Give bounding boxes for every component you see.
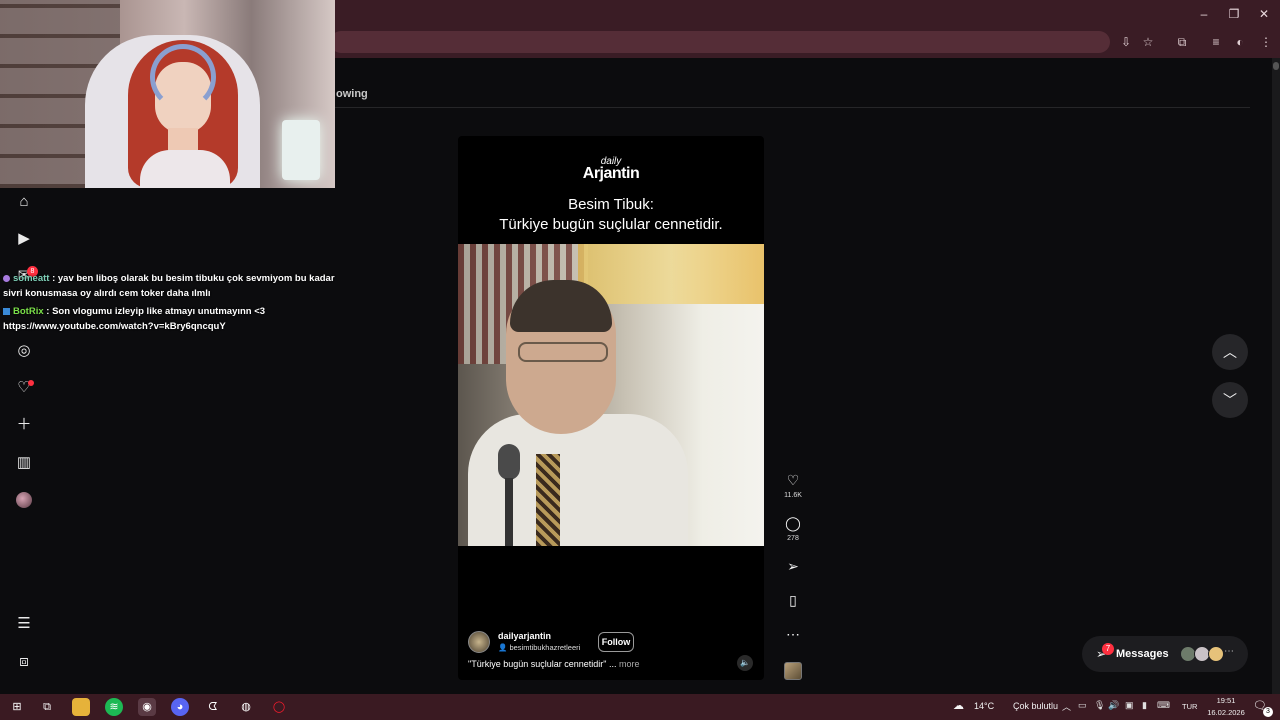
also-from-meta-icon[interactable]: ⧈ — [14, 652, 34, 672]
restore-button[interactable]: ❐ — [1226, 6, 1242, 22]
chrome-icon[interactable]: ◉ — [138, 698, 156, 716]
reel-caption-text: "Türkiye bugün suçlular cennetidir" ... — [468, 659, 617, 669]
chat-message: BotRix : Son vlogumu izleyip like atmayı… — [3, 304, 353, 334]
star-icon[interactable]: ☆ — [1140, 34, 1156, 50]
video-frame[interactable] — [458, 244, 764, 546]
profile-icon[interactable]: ◐ — [1232, 34, 1248, 50]
video-speaker-body — [468, 414, 688, 546]
video-speaker-glasses — [518, 342, 608, 362]
tray-overflow-icon[interactable]: ︿ — [1062, 700, 1071, 713]
more-options-icon[interactable]: ⋯ — [783, 624, 803, 644]
comment-icon[interactable]: ◯ — [783, 513, 803, 533]
taskbar — [0, 694, 1280, 720]
reel-author-avatar[interactable] — [468, 631, 490, 653]
chat-username: BotRix — [13, 306, 44, 317]
spotify-icon[interactable]: ≋ — [105, 698, 123, 716]
clock-date[interactable]: 16.02.2026 — [1205, 708, 1247, 717]
follow-button[interactable]: Follow — [598, 632, 634, 652]
video-flags — [578, 244, 764, 304]
more-link[interactable]: more — [619, 659, 640, 669]
mute-button[interactable]: 🔈 — [737, 655, 753, 671]
reel-collaborator[interactable]: 👤 besimtibukhazretleeri — [498, 643, 580, 652]
address-bar[interactable] — [330, 31, 1110, 53]
extensions-icon[interactable]: ⧉ — [1174, 34, 1190, 50]
video-speaker-tie — [536, 454, 560, 546]
kebab-menu-icon[interactable]: ⋮ — [1258, 34, 1274, 50]
notification-dot — [28, 380, 34, 386]
menu-icon[interactable]: ☰ — [14, 614, 34, 634]
notification-count: 3 — [1263, 707, 1273, 717]
opera-icon[interactable]: ◯ — [270, 698, 288, 716]
network-icon[interactable]: ▣ — [1125, 700, 1134, 711]
reel-caption: "Türkiye bugün suçlular cennetidir" ... … — [468, 659, 640, 669]
dashboard-icon[interactable]: ▥ — [14, 453, 34, 473]
discord-icon[interactable]: ◕ — [171, 698, 189, 716]
comment-count: 278 — [787, 535, 799, 542]
next-reel-button[interactable]: ﹀ — [1212, 382, 1248, 418]
input-language[interactable]: TUR — [1182, 702, 1197, 711]
reel-headline-line1: Besim Tibuk: — [568, 196, 654, 213]
clock-time[interactable]: 19:51 — [1205, 696, 1247, 705]
reel-collaborator-name: besimtibukhazretleeri — [509, 643, 581, 652]
close-button[interactable]: ✕ — [1256, 6, 1272, 22]
create-icon[interactable]: ＋ — [14, 415, 34, 435]
tray-app-icon[interactable]: ▭ — [1078, 700, 1087, 711]
audio-thumbnail[interactable] — [784, 662, 802, 680]
scrollbar-thumb[interactable] — [1273, 62, 1279, 70]
headset — [150, 44, 216, 110]
bot-badge-icon — [3, 307, 10, 315]
scrollbar[interactable] — [1272, 58, 1280, 694]
obs-icon[interactable]: ◍ — [237, 698, 255, 716]
explore-icon[interactable]: ◎ — [14, 341, 34, 361]
reel-logo: Arjantin — [582, 165, 640, 182]
minimize-button[interactable]: – — [1196, 6, 1212, 22]
windows-start-icon[interactable]: ⊞ — [8, 698, 26, 716]
messages-count-badge: 7 — [1102, 643, 1114, 655]
reel-headline-line2: Türkiye bugün suçlular cennetidir. — [499, 216, 723, 233]
share-icon[interactable]: ➢ — [783, 556, 803, 576]
install-app-icon[interactable]: ⇩ — [1118, 34, 1134, 50]
volume-icon[interactable]: 🔊 — [1108, 700, 1119, 711]
chat-username: someatt — [13, 273, 50, 284]
task-view-icon[interactable]: ⧉ — [38, 698, 56, 716]
streamer-shirt — [140, 150, 230, 188]
weather-description[interactable]: Çok bulutlu — [1013, 701, 1058, 711]
webcam-overlay — [0, 0, 335, 188]
media-control-icon[interactable]: ≡ — [1208, 34, 1224, 50]
app-icon[interactable]: ᗧ — [204, 698, 222, 716]
video-microphone — [498, 444, 520, 480]
profile-avatar[interactable] — [16, 492, 32, 508]
file-explorer-icon[interactable] — [72, 698, 90, 716]
video-mic-stand — [505, 478, 513, 546]
like-count: 11.6K — [784, 492, 802, 499]
save-icon[interactable]: ▯ — [783, 590, 803, 610]
home-icon[interactable]: ⌂ — [14, 192, 34, 212]
battery-icon[interactable]: ▮ — [1142, 700, 1147, 711]
reel-author-username[interactable]: dailyarjantin — [498, 631, 551, 641]
message-avatar — [1208, 646, 1224, 662]
microphone-icon[interactable]: 🎙 — [1094, 700, 1105, 711]
messages-label[interactable]: Messages — [1116, 648, 1169, 660]
lamp — [282, 120, 320, 180]
weather-cloud-icon[interactable]: ☁ — [953, 699, 964, 712]
weather-temperature[interactable]: 14°C — [974, 701, 994, 711]
keyboard-icon[interactable]: ⌨ — [1157, 700, 1170, 711]
chat-badge-icon — [3, 274, 10, 282]
tab-divider — [330, 107, 1250, 108]
reel-player[interactable]: daily Arjantin Besim Tibuk: Türkiye bugü… — [458, 136, 764, 680]
tab-following[interactable]: owing — [336, 88, 368, 100]
reels-icon[interactable]: ▶ — [14, 229, 34, 249]
like-icon[interactable]: ♡ — [783, 470, 803, 490]
chat-message: someatt : yav ben liboş olarak bu besim … — [3, 271, 353, 301]
more-dots-icon: ⋯ — [1224, 646, 1234, 657]
previous-reel-button[interactable]: ︿ — [1212, 334, 1248, 370]
chat-text: : yav ben liboş olarak bu besim tibuku ç… — [3, 273, 335, 299]
